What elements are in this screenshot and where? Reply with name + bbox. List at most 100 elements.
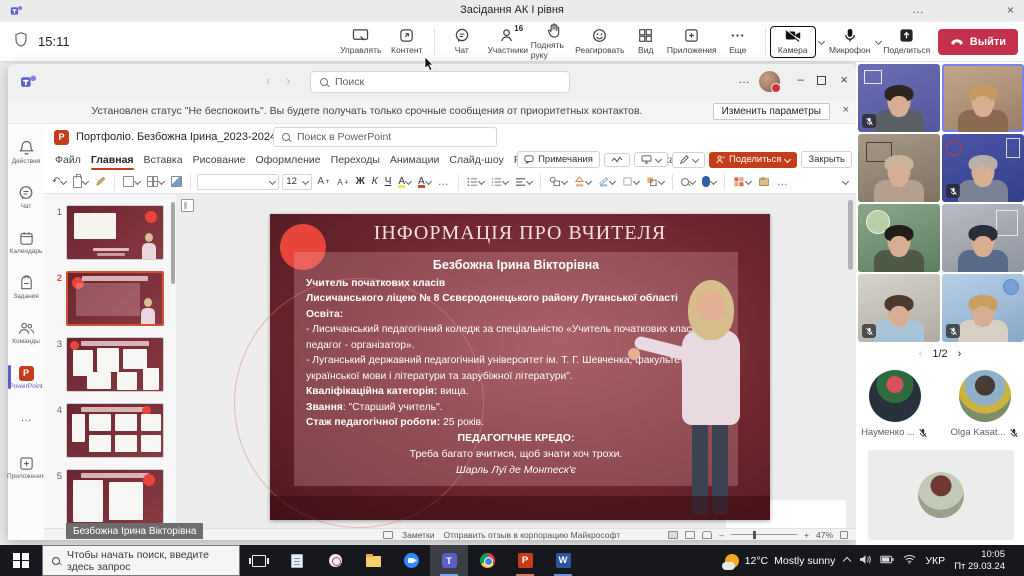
thumbnails-scrollbar[interactable] [171,202,175,284]
nav-back-icon[interactable]: ‹ [266,73,270,88]
italic-button[interactable]: К [370,175,380,188]
video-tile[interactable] [858,134,940,202]
video-tile[interactable] [858,64,940,132]
format-painter-button[interactable] [93,175,108,188]
slideshow-icon[interactable] [702,531,712,539]
font-name-select[interactable] [197,174,279,190]
slide-thumbnail-4[interactable] [66,403,164,458]
bullets-button[interactable] [465,176,486,188]
titlebar-more-icon[interactable]: … [912,2,924,16]
tab-file[interactable]: Файл [50,150,86,170]
tab-draw[interactable]: Рисование [188,150,251,170]
banner-close-icon[interactable]: × [843,104,849,116]
titlebar-close-icon[interactable]: × [1007,3,1014,17]
rail-item-calendar[interactable]: Календарь [8,220,44,265]
taskbar-search-input[interactable]: Чтобы начать поиск, введите здесь запрос [42,545,240,576]
pen-button[interactable] [672,152,705,168]
react-button[interactable]: Реагировать [577,28,623,55]
pager-prev-icon[interactable]: ‹ [919,348,923,360]
arrange-button[interactable] [644,175,666,188]
fit-slide-icon[interactable] [840,531,848,539]
camera-chevron-icon[interactable] [818,38,825,45]
camera-button[interactable]: Камера [770,26,816,58]
new-slide-button[interactable] [121,175,142,188]
tab-insert[interactable]: Вставка [139,150,188,170]
ppt-search-input[interactable]: Поиск в PowerPoint [273,127,497,147]
file-explorer-button[interactable] [354,545,392,576]
shape-outline-button[interactable] [596,175,617,188]
tab-transitions[interactable]: Переходы [326,150,385,170]
window-more-icon[interactable]: … [738,72,750,86]
slide-thumbnail-1[interactable] [66,205,164,260]
grow-font-button[interactable]: А [315,175,332,188]
content-button[interactable]: Контент [384,28,430,55]
present-button[interactable] [634,152,668,167]
zoom-app-button[interactable] [392,545,430,576]
library-button[interactable] [756,175,772,188]
shape-fill-button[interactable] [572,175,593,188]
zoom-in-button[interactable]: + [804,530,809,540]
rail-item-chat[interactable]: Чат [8,175,44,220]
tab-animations[interactable]: Анимации [385,150,444,170]
paste-button[interactable] [71,175,90,189]
profile-avatar[interactable] [759,71,780,92]
toolbar-more-button[interactable]: … [775,175,791,189]
shapes-button[interactable] [547,175,569,188]
mic-chevron-icon[interactable] [875,38,882,45]
zoom-out-button[interactable]: – [719,530,724,540]
change-settings-button[interactable]: Изменить параметры [713,103,830,120]
chrome-button[interactable] [468,545,506,576]
mic-button[interactable]: Микрофон [827,28,873,55]
participant-item[interactable]: Olga Kasat... [951,370,1019,438]
more-button[interactable]: Еще [715,28,761,55]
shape-effects-button[interactable] [620,175,641,188]
start-button[interactable] [0,545,42,576]
layout-button[interactable] [145,175,166,188]
language-indicator[interactable]: УКР [925,555,945,567]
volume-icon[interactable] [859,554,871,568]
zoom-slider[interactable] [731,534,797,536]
video-tile[interactable] [858,274,940,342]
tab-design[interactable]: Оформление [250,150,325,170]
share-button[interactable]: Поделиться [884,28,930,55]
rail-item-more[interactable]: … [8,400,44,445]
numbering-button[interactable] [489,176,510,188]
tab-slideshow[interactable]: Слайд-шоу [444,150,508,170]
rail-item-activity[interactable]: Действия [8,130,44,175]
align-button[interactable] [513,176,534,188]
chat-button[interactable]: Чат [439,28,485,55]
self-view-tile[interactable] [868,450,1014,540]
notepad-button[interactable] [278,545,316,576]
wifi-icon[interactable] [903,554,916,567]
view-button[interactable]: Вид [623,28,669,55]
window-close-icon[interactable]: × [840,72,848,87]
bold-button[interactable]: Ж [354,175,367,188]
highlight-button[interactable]: А [396,175,413,188]
word-app-button[interactable]: W [544,545,582,576]
font-color-button[interactable]: А [416,175,433,188]
nav-forward-icon[interactable]: › [286,73,290,88]
participants-button[interactable]: 16 Участники [485,28,531,55]
powerpoint-app-button[interactable]: P [506,545,544,576]
shrink-font-button[interactable]: А [335,176,351,188]
leave-button[interactable]: Выйти [938,29,1018,55]
video-tile-active-speaker[interactable] [942,64,1024,132]
underline-button[interactable]: Ч [383,175,394,188]
teams-app-button[interactable]: T [430,545,468,576]
rail-item-assignments[interactable]: Задания [8,265,44,310]
weather-widget[interactable]: 12°C Mostly sunny [725,554,836,568]
find-button[interactable] [679,177,697,187]
zoom-level[interactable]: 47% [816,530,833,540]
rail-item-powerpoint[interactable]: P PowerPoint [8,355,44,400]
battery-icon[interactable] [880,555,894,567]
slide-canvas[interactable]: ІНФОРМАЦІЯ ПРО ВЧИТЕЛЯ Безбожна Ірина Ві… [270,214,770,520]
raise-hand-button[interactable]: Поднять руку [531,23,577,60]
notes-label[interactable]: Заметки [402,530,435,540]
tab-home[interactable]: Главная [86,150,139,170]
rail-item-apps[interactable]: Приложения [8,445,44,490]
picture-button[interactable] [169,175,184,188]
teams-search-input[interactable]: Поиск [310,71,570,93]
window-minimize-icon[interactable]: – [797,72,804,86]
window-maximize-icon[interactable] [817,76,826,85]
participant-item[interactable]: Науменко ... [861,370,929,438]
